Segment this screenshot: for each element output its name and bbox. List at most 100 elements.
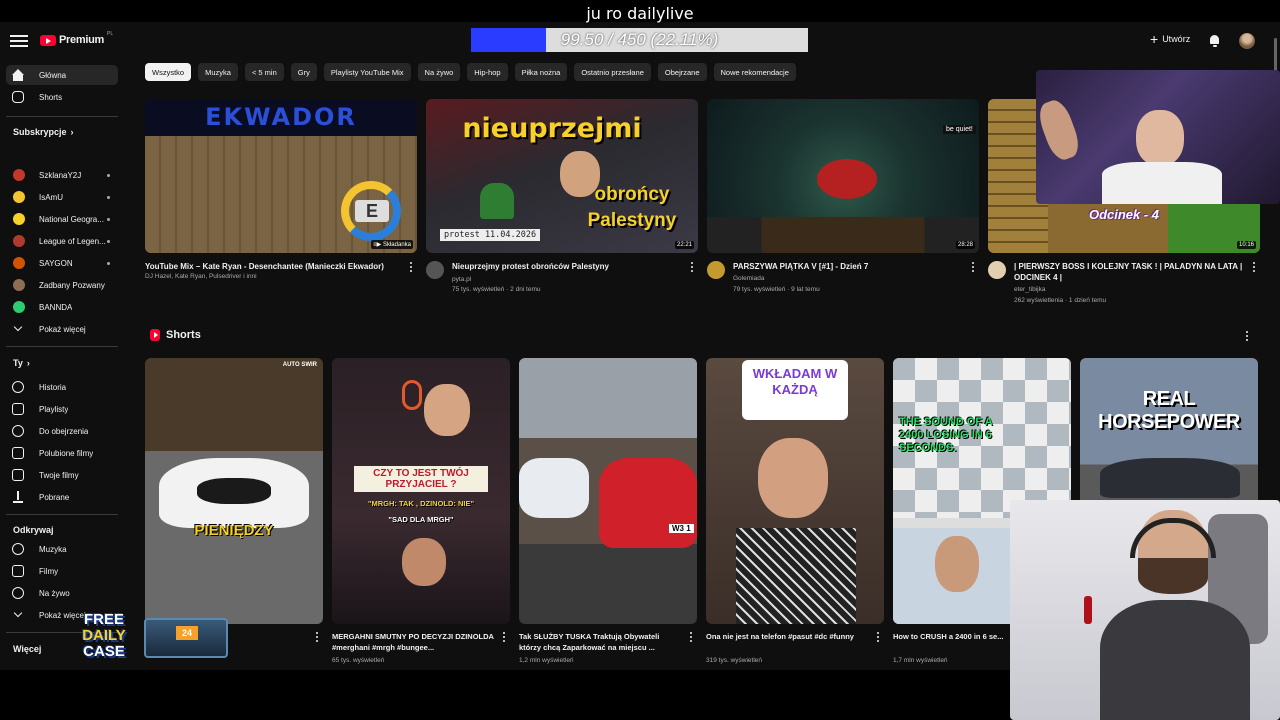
video-channel[interactable]: pyta.pl [452,275,471,285]
channel-avatar[interactable] [707,261,725,279]
video-stats: 79 tys. wyświetleń · 9 lat temu [733,286,820,293]
video-title[interactable]: | PIERWSZY BOSS I KOLEJNY TASK ! | PALAD… [1014,261,1246,283]
show-more-subscriptions-button[interactable]: Pokaż więcej [6,319,118,339]
channel-avatar [13,235,25,247]
filter-chip[interactable]: < 5 min [244,63,284,81]
sidebar-subscription-item[interactable]: SAYGON [6,253,118,273]
sidebar-item-history[interactable]: Historia [6,377,118,397]
sidebar-subscription-item[interactable]: Zadbany Pozwany [6,275,118,295]
short-thumbnail[interactable]: AUTO SWIR PIENIĘDZY [145,358,323,624]
video-stats: 75 tys. wyświetleń · 2 dni temu [452,286,541,293]
hamburger-menu-icon[interactable] [10,32,28,50]
sidebar-subscription-item[interactable]: SzklanaY2J [6,165,118,185]
channel-avatar[interactable] [426,261,444,279]
shorts-icon [12,91,24,103]
chevron-right-icon: › [26,358,30,368]
short-views: 1,2 mln wyświetleń [519,657,574,664]
explore-heading-label: Odkrywaj [13,525,54,535]
sidebar-subscription-item[interactable]: BANNDA [6,297,118,317]
more-options-icon[interactable] [688,262,696,272]
promo-text: FREE DAILY CASE [54,612,154,660]
filter-chip[interactable]: Wszystko [145,63,192,81]
filter-chip[interactable]: Gry [290,63,317,81]
sidebar-item-label: National Geogra... [39,214,104,224]
youtube-logo[interactable]: Premium PL [40,31,113,46]
sidebar-item-label: BANNDA [39,302,73,312]
video-thumbnail[interactable]: EKWADOR E ≡▶ Składanka [145,99,417,253]
filter-chip[interactable]: Playlisty YouTube Mix [323,63,411,81]
short-title[interactable]: Tak SŁUŻBY TUSKA Traktują Obywateli któr… [519,631,683,653]
short-thumb-text-2: "MRGH: TAK , DZINOLD: NIE" [367,499,475,508]
video-thumbnail[interactable]: be quiet! 28:28 [707,99,979,253]
more-options-icon[interactable] [687,632,695,642]
your-videos-icon [12,469,24,481]
filter-chip[interactable]: Nowe rekomendacje [713,63,796,81]
sidebar-subscription-item[interactable]: League of Legen... [6,231,118,251]
sidebar-item-liked-videos[interactable]: Polubione filmy [6,443,118,463]
sidebar-item-music[interactable]: Muzyka [6,539,118,559]
sidebar-item-label: SzklanaY2J [39,170,82,180]
filter-chip[interactable]: Na żywo [417,63,461,81]
sidebar-item-label: Twoje filmy [39,470,79,480]
filter-chip[interactable]: Obejrzane [657,63,707,81]
subscriptions-heading[interactable]: Subskrypcje › [13,127,74,137]
headset-image [1130,518,1216,558]
short-thumb-text: WKŁADAM W KAŻDĄ [742,360,848,420]
sidebar-item-your-videos[interactable]: Twoje filmy [6,465,118,485]
short-title[interactable]: Ona nie jest na telefon #pasut #dc #funn… [706,631,870,642]
sidebar-item-watch-later[interactable]: Do obejrzenia [6,421,118,441]
video-thumbnail[interactable]: nieuprzejmi obrońcy Palestyny protest 11… [426,99,698,253]
video-channel[interactable]: eter_tibijka [1014,285,1045,295]
more-options-icon[interactable] [500,632,508,642]
more-options-icon[interactable] [1250,262,1258,272]
logo-text: Premium [59,34,104,46]
new-content-dot-icon [107,239,110,243]
free-daily-case-promo[interactable]: FREE DAILY CASE 24 [34,610,230,666]
filter-chip[interactable]: Ostatnio przesłane [574,63,651,81]
sidebar-item-home[interactable]: Główna [6,65,118,85]
sidebar-item-movies[interactable]: Filmy [6,561,118,581]
new-content-dot-icon [107,195,110,199]
short-thumbnail[interactable]: CZY TO JEST TWÓJ PRZYJACIEL ? "MRGH: TAK… [332,358,510,624]
video-channel[interactable]: Golemiada [733,274,764,284]
dark-tshirt-image [1100,600,1250,720]
filter-chip[interactable]: Hip-hop [467,63,508,81]
sidebar-subscription-item[interactable]: IsAmU [6,187,118,207]
more-options-icon[interactable] [874,632,882,642]
video-channel[interactable]: DJ Hazel, Kate Ryan, Pulsedriver i inni [145,272,257,282]
short-thumbnail[interactable]: W3 1 [519,358,697,624]
filter-chip[interactable]: Muzyka [198,63,238,81]
second-person-image [402,538,446,586]
more-options-icon[interactable] [407,262,415,272]
sidebar-item-downloads[interactable]: Pobrane [6,487,118,507]
shorts-more-options-icon[interactable] [1243,331,1251,341]
sidebar-subscription-item[interactable]: National Geogra... [6,209,118,229]
liked-videos-icon [12,447,24,459]
more-options-icon[interactable] [969,262,977,272]
game-character-image [817,159,877,199]
notifications-bell-icon[interactable] [1208,34,1222,48]
more-options-icon[interactable] [313,632,321,642]
short-thumbnail[interactable]: WKŁADAM W KAŻDĄ [706,358,884,624]
create-button[interactable]: + Utwórz [1150,32,1190,46]
sidebar-item-playlists[interactable]: Playlisty [6,399,118,419]
filter-chip[interactable]: Piłka nożna [514,63,568,81]
video-title[interactable]: Nieuprzejmy protest obrońców Palestyny [452,261,684,272]
account-avatar[interactable] [1239,33,1255,49]
page-scrollbar[interactable] [1274,38,1277,72]
channel-avatar[interactable] [988,261,1006,279]
short-title[interactable]: MERGAHNI SMUTNY PO DECYZJI DZINOLDA #mer… [332,631,496,653]
sidebar: Główna Shorts Subskrypcje › SzklanaY2J Is… [0,62,124,670]
sidebar-item-live[interactable]: Na żywo [6,583,118,603]
video-title[interactable]: PARSZYWA PIĄTKA V [#1] - Dzień 7 [733,261,965,272]
video-duration: 22:21 [674,241,694,249]
history-icon [12,381,24,393]
stream-bottom-black-bar [0,670,1010,720]
live-icon [12,587,24,599]
sidebar-item-shorts[interactable]: Shorts [6,87,118,107]
downloads-icon [12,491,24,503]
video-title[interactable]: YouTube Mix – Kate Ryan - Desenchantee (… [145,261,403,272]
short-views: 1,7 mln wyświetleń [893,657,948,664]
you-heading[interactable]: Ty › [13,358,30,368]
mix-badge-label: Składanka [382,242,411,248]
